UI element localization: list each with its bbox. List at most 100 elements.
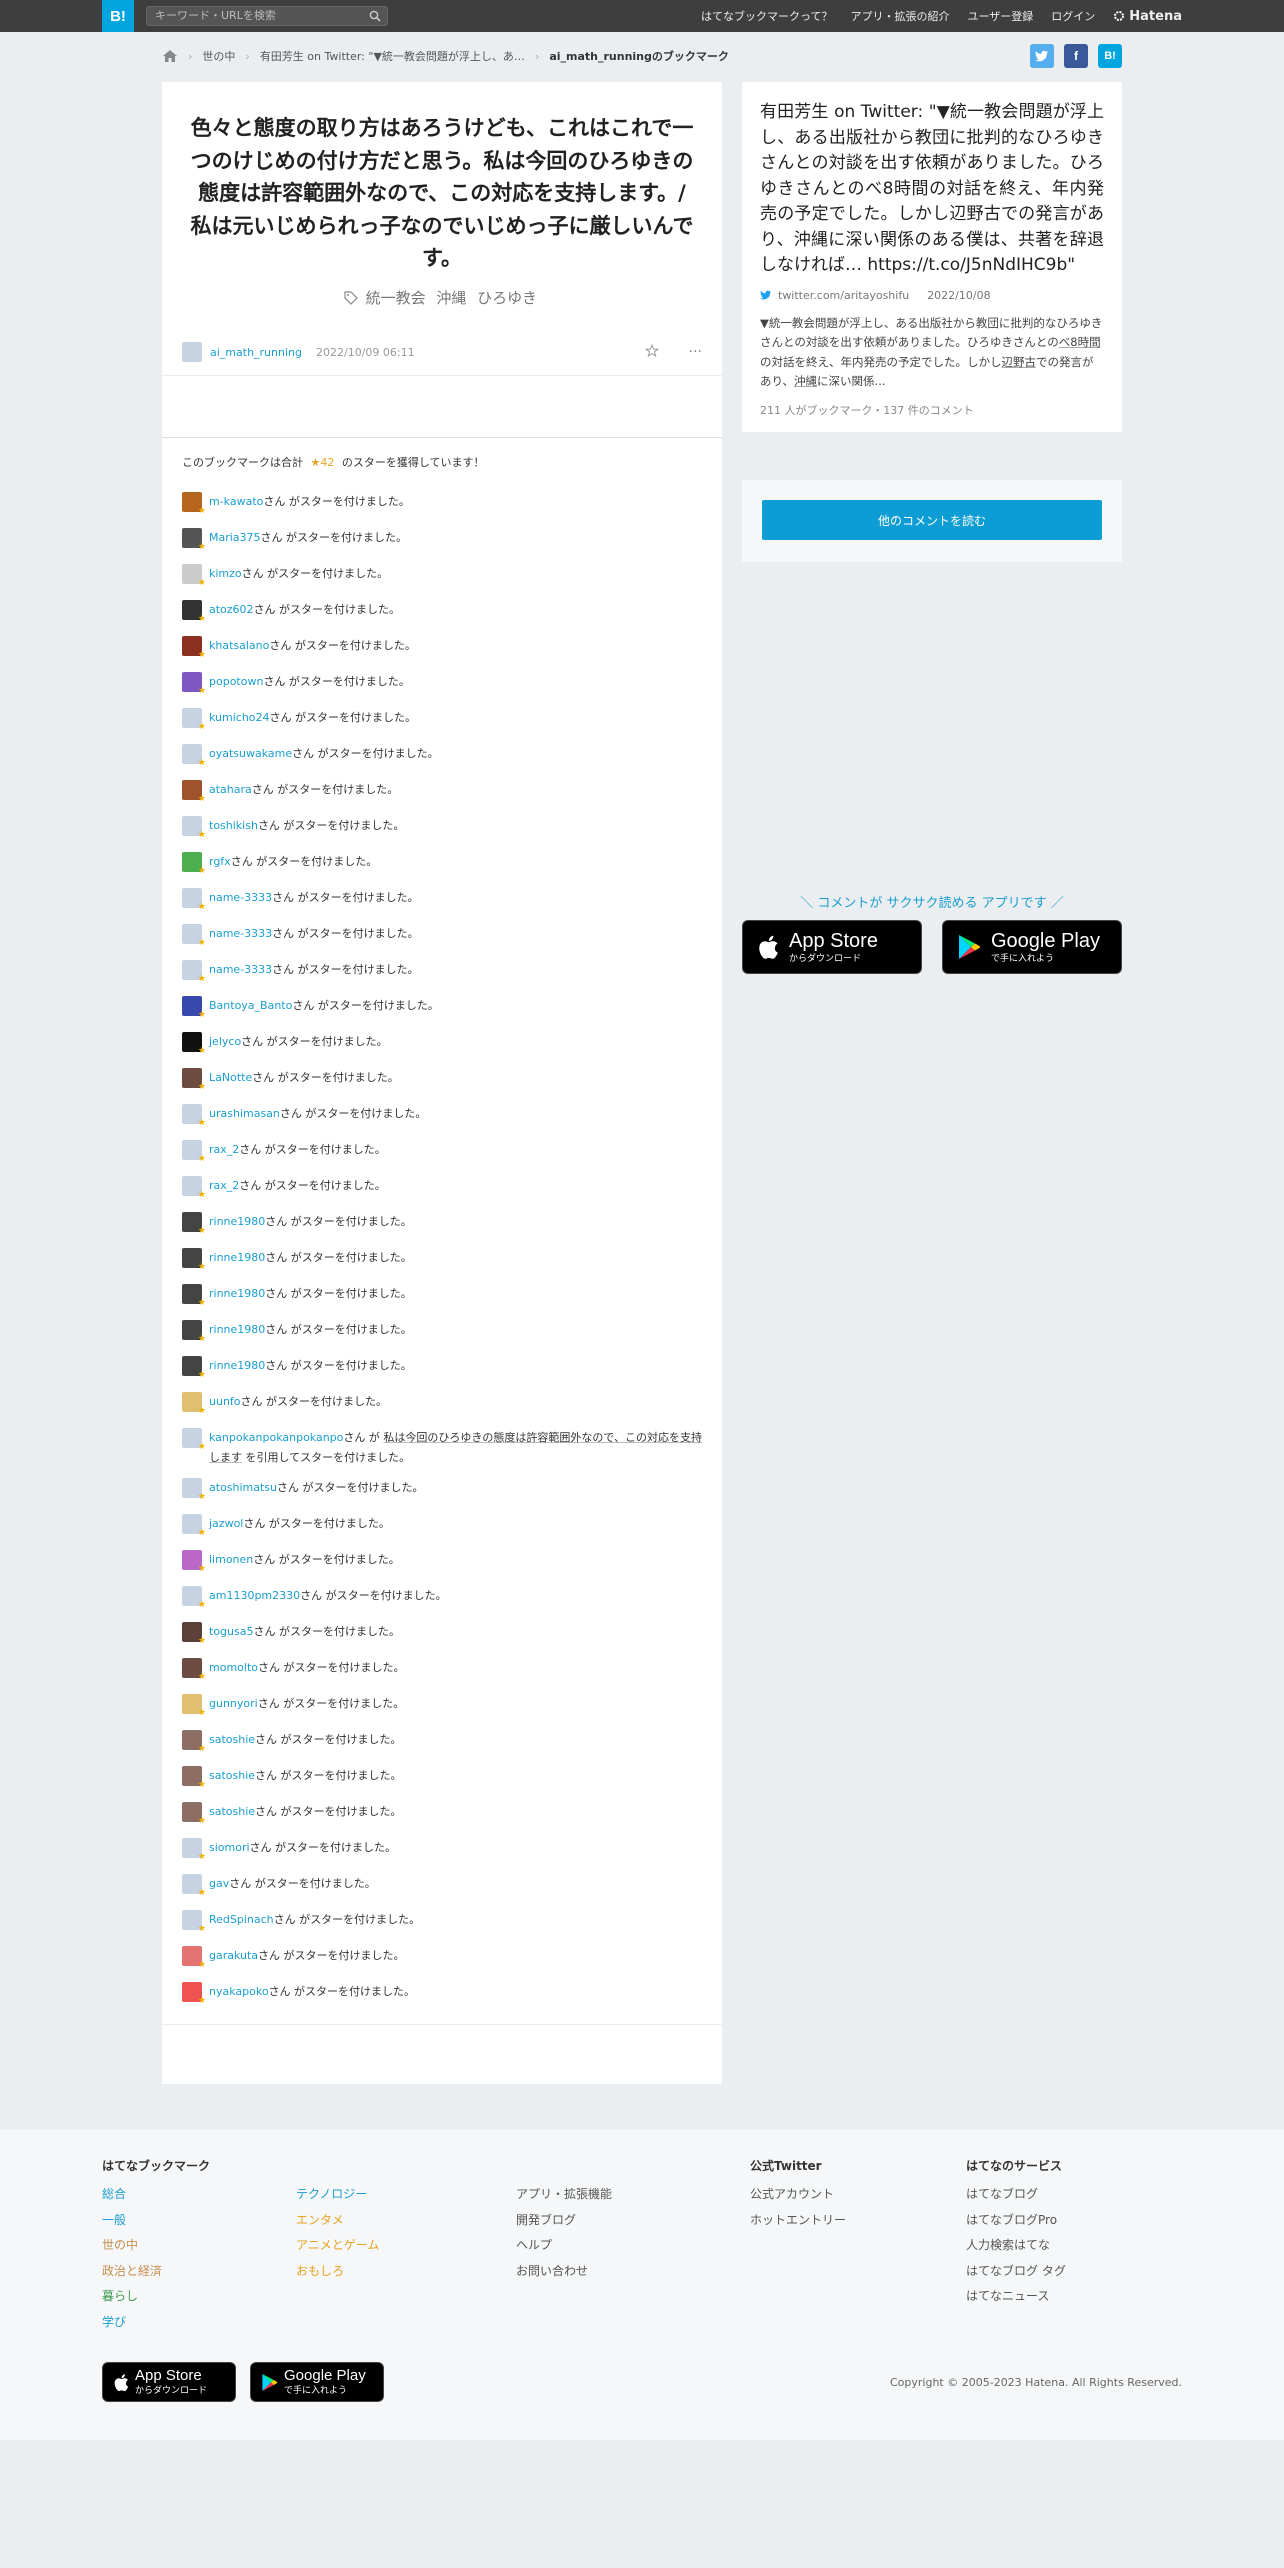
star-user-avatar[interactable]: ★ bbox=[182, 887, 206, 912]
star-user-avatar[interactable]: ★ bbox=[182, 1355, 206, 1380]
star-user-link[interactable]: gav bbox=[209, 1877, 229, 1890]
footer-link[interactable]: 政治と経済 bbox=[102, 2259, 210, 2285]
footer-link[interactable]: おもしろ bbox=[296, 2259, 379, 2285]
nav-apps[interactable]: アプリ・拡張の紹介 bbox=[851, 8, 950, 24]
footer-link[interactable]: はてなブログ bbox=[966, 2182, 1066, 2208]
star-user-link[interactable]: kanpokanpokanpokanpo bbox=[209, 1431, 343, 1444]
read-more-comments-button[interactable]: 他のコメントを読む bbox=[762, 500, 1102, 540]
star-user-avatar[interactable]: ★ bbox=[182, 563, 206, 588]
star-user-link[interactable]: name-3333 bbox=[209, 891, 272, 904]
star-user-link[interactable]: siomori bbox=[209, 1841, 250, 1854]
footer-link[interactable]: 暮らし bbox=[102, 2284, 210, 2310]
footer-link[interactable]: 一般 bbox=[102, 2208, 210, 2234]
google-play-button[interactable]: Google Play で手に入れよう bbox=[942, 920, 1122, 974]
star-user-avatar[interactable]: ★ bbox=[182, 1837, 206, 1862]
footer-link[interactable]: ヘルプ bbox=[516, 2233, 612, 2259]
entry-source[interactable]: twitter.com/aritayoshifu bbox=[778, 289, 909, 302]
star-user-avatar[interactable]: ★ bbox=[182, 1477, 206, 1502]
star-user-link[interactable]: khatsalano bbox=[209, 639, 269, 652]
star-user-link[interactable]: am1130pm2330 bbox=[209, 1589, 300, 1602]
star-user-link[interactable]: RedSpinach bbox=[209, 1913, 274, 1926]
star-user-avatar[interactable]: ★ bbox=[182, 1621, 206, 1646]
tag-item[interactable]: 沖縄 bbox=[436, 289, 466, 307]
star-user-avatar[interactable]: ★ bbox=[182, 1139, 206, 1164]
footer-link[interactable]: テクノロジー bbox=[296, 2182, 379, 2208]
footer-link[interactable]: アプリ・拡張機能 bbox=[516, 2182, 612, 2208]
star-user-link[interactable]: jelyco bbox=[209, 1035, 241, 1048]
star-user-link[interactable]: urashimasan bbox=[209, 1107, 280, 1120]
star-user-link[interactable]: jazwol bbox=[209, 1517, 243, 1530]
star-user-link[interactable]: gunnyori bbox=[209, 1697, 258, 1710]
star-user-link[interactable]: uunfo bbox=[209, 1395, 241, 1408]
facebook-share-icon[interactable]: f bbox=[1064, 44, 1088, 68]
hatena-bookmark-logo[interactable]: B! bbox=[102, 0, 134, 32]
star-user-avatar[interactable]: ★ bbox=[182, 1549, 206, 1574]
star-user-avatar[interactable]: ★ bbox=[182, 1319, 206, 1344]
nav-login[interactable]: ログイン bbox=[1051, 8, 1095, 24]
bookmark-user[interactable]: ai_math_running bbox=[210, 346, 302, 359]
star-user-avatar[interactable]: ★ bbox=[182, 1693, 206, 1718]
star-user-avatar[interactable]: ★ bbox=[182, 1657, 206, 1682]
star-user-avatar[interactable]: ★ bbox=[182, 1427, 206, 1452]
user-avatar[interactable] bbox=[182, 342, 202, 363]
tag-item[interactable]: 統一教会 bbox=[366, 289, 426, 307]
footer-link[interactable]: エンタメ bbox=[296, 2208, 379, 2234]
star-user-link[interactable]: limonen bbox=[209, 1553, 253, 1566]
footer-link[interactable]: 公式アカウント bbox=[750, 2182, 846, 2208]
entry-title[interactable]: 有田芳生 on Twitter: "▼統一教会問題が浮上し、ある出版社から教団に… bbox=[760, 100, 1104, 279]
star-user-link[interactable]: Bantoya_Banto bbox=[209, 999, 292, 1012]
star-user-link[interactable]: rinne1980 bbox=[209, 1323, 265, 1336]
star-user-avatar[interactable]: ★ bbox=[182, 1211, 206, 1236]
footer-link[interactable]: 学び bbox=[102, 2310, 210, 2336]
star-user-avatar[interactable]: ★ bbox=[182, 1765, 206, 1790]
star-user-link[interactable]: toshikish bbox=[209, 819, 258, 832]
star-user-link[interactable]: momolto bbox=[209, 1661, 258, 1674]
star-user-link[interactable]: atahara bbox=[209, 783, 252, 796]
footer-link[interactable]: アニメとゲーム bbox=[296, 2233, 379, 2259]
desc-keyword[interactable]: 沖縄 bbox=[794, 374, 817, 388]
star-user-link[interactable]: popotown bbox=[209, 675, 263, 688]
footer-link[interactable]: お問い合わせ bbox=[516, 2259, 612, 2285]
bookmark-date[interactable]: 2022/10/09 06:11 bbox=[316, 346, 415, 359]
star-user-link[interactable]: satoshie bbox=[209, 1769, 255, 1782]
footer-app-store-button[interactable]: App Store からダウンロード bbox=[102, 2362, 236, 2402]
star-user-avatar[interactable]: ★ bbox=[182, 995, 206, 1020]
star-user-avatar[interactable]: ★ bbox=[182, 491, 206, 516]
star-user-avatar[interactable]: ★ bbox=[182, 779, 206, 804]
star-user-avatar[interactable]: ★ bbox=[182, 1729, 206, 1754]
star-user-link[interactable]: LaNotte bbox=[209, 1071, 252, 1084]
star-user-avatar[interactable]: ★ bbox=[182, 1247, 206, 1272]
footer-google-play-button[interactable]: Google Play で手に入れよう bbox=[250, 2362, 384, 2402]
nav-register[interactable]: ユーザー登録 bbox=[968, 8, 1034, 24]
star-user-link[interactable]: m-kawato bbox=[209, 495, 263, 508]
star-user-avatar[interactable]: ★ bbox=[182, 1945, 206, 1970]
search-icon[interactable] bbox=[369, 10, 381, 22]
star-user-avatar[interactable]: ★ bbox=[182, 635, 206, 660]
footer-link[interactable]: 人力検索はてな bbox=[966, 2233, 1066, 2259]
star-user-link[interactable]: rinne1980 bbox=[209, 1287, 265, 1300]
star-user-avatar[interactable]: ★ bbox=[182, 1031, 206, 1056]
star-user-avatar[interactable]: ★ bbox=[182, 599, 206, 624]
star-user-link[interactable]: Maria375 bbox=[209, 531, 261, 544]
home-icon[interactable] bbox=[162, 49, 178, 63]
footer-link[interactable]: 総合 bbox=[102, 2182, 210, 2208]
star-user-link[interactable]: rgfx bbox=[209, 855, 231, 868]
star-user-link[interactable]: rax_2 bbox=[209, 1143, 239, 1156]
star-user-avatar[interactable]: ★ bbox=[182, 1175, 206, 1200]
star-user-link[interactable]: rinne1980 bbox=[209, 1359, 265, 1372]
star-user-avatar[interactable]: ★ bbox=[182, 1909, 206, 1934]
breadcrumb-category[interactable]: 世の中 bbox=[202, 48, 235, 64]
desc-keyword[interactable]: べ8時間 bbox=[1059, 335, 1101, 349]
search-input[interactable]: キーワード・URLを検索 bbox=[146, 6, 388, 26]
star-user-link[interactable]: oyatsuwakame bbox=[209, 747, 292, 760]
star-user-link[interactable]: nyakapoko bbox=[209, 1985, 269, 1998]
star-user-avatar[interactable]: ★ bbox=[182, 1513, 206, 1538]
star-user-link[interactable]: rinne1980 bbox=[209, 1215, 265, 1228]
star-user-avatar[interactable]: ★ bbox=[182, 1067, 206, 1092]
star-user-avatar[interactable]: ★ bbox=[182, 1391, 206, 1416]
footer-link[interactable]: はてなブログ タグ bbox=[966, 2259, 1066, 2285]
desc-keyword[interactable]: 辺野古 bbox=[1002, 355, 1037, 369]
star-user-link[interactable]: garakuta bbox=[209, 1949, 258, 1962]
footer-link[interactable]: はてなニュース bbox=[966, 2284, 1066, 2310]
star-user-avatar[interactable]: ★ bbox=[182, 851, 206, 876]
